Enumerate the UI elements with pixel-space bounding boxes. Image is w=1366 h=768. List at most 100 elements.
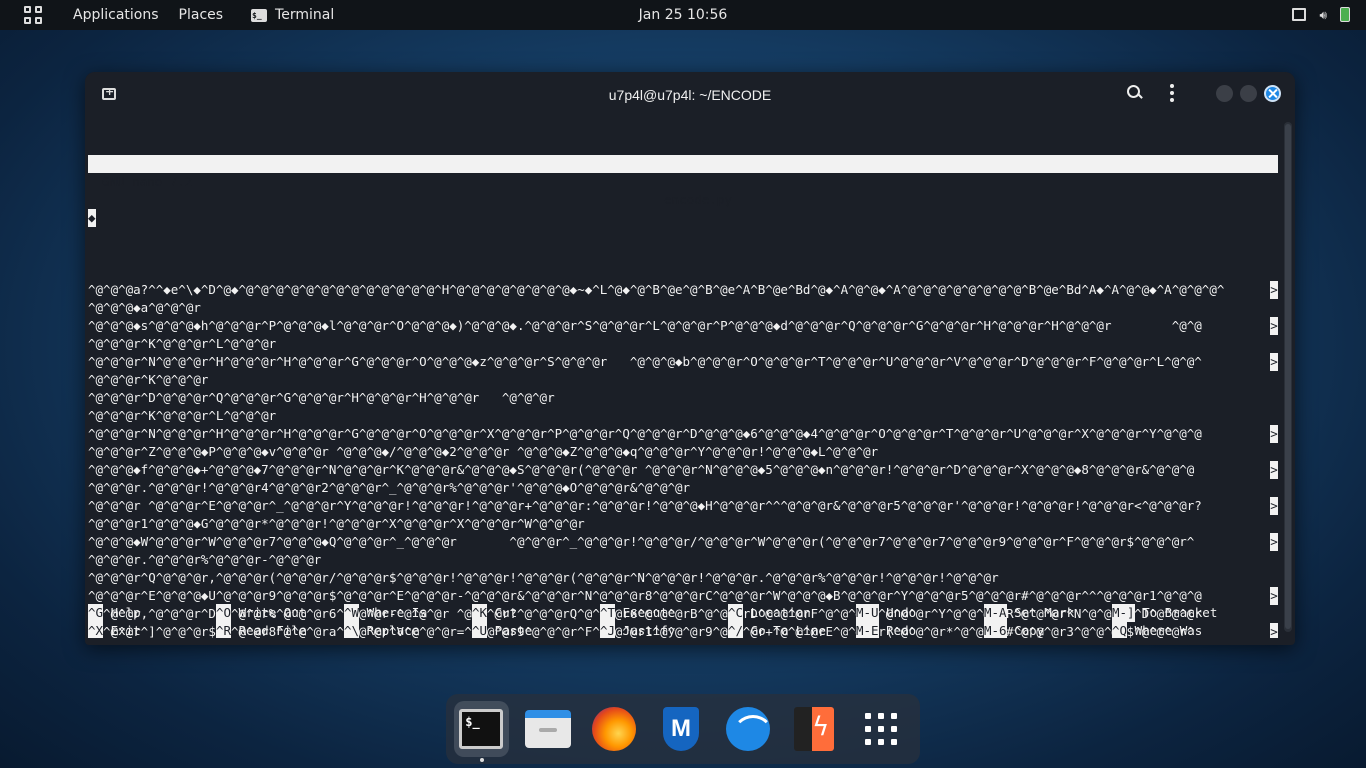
file-content[interactable]: ^@^@^@a?^^◆e^\◆^D^@◆^@^@^@^@^@^@^@^@^@^@… [88,263,1278,638]
activities-grid-icon[interactable] [24,6,42,24]
file-line-text: ^@^@^@r ^@^@^@r^E^@^@^@r^_^@^@^@r^Y^@^@^… [88,498,1202,513]
files-icon [524,710,571,748]
display-icon[interactable] [1292,8,1307,21]
shortcut-item[interactable]: ^R Read File [216,622,306,638]
file-line: ^@^@^@r^N^@^@^@r^H^@^@^@r^H^@^@^@r^G^@^@… [88,425,1278,443]
shortcut-item[interactable]: M-E Redo [856,622,916,638]
shortcut-item[interactable]: M-] To Bracket [1112,604,1217,622]
terminal-window: u7p4l@u7p4l: ~/ENCODE GNU nano 7.2 encod… [85,72,1295,645]
shortcut-item[interactable]: ^X Exit [88,622,141,638]
close-button[interactable] [1264,84,1281,102]
shortcut-label: Help [103,605,141,620]
shortcut-label: Replace [359,623,420,638]
file-line: ^@^@^@r ^@^@^@r^E^@^@^@r^_^@^@^@r^Y^@^@^… [88,497,1278,515]
new-tab-icon[interactable] [102,85,116,100]
active-app-label: Terminal [275,7,335,23]
shortcut-key: ^C [728,604,744,622]
shortcut-key: ^W [344,604,360,622]
shortcut-key: ^X [88,622,104,638]
search-icon[interactable] [1126,84,1144,102]
shortcut-label: Undo [878,605,917,620]
applications-menu[interactable]: Applications [73,7,159,23]
dock-wireshark[interactable] [720,701,775,757]
shortcut-key: M-6 [984,622,1007,638]
window-title: u7p4l@u7p4l: ~/ENCODE [608,87,772,103]
file-line: ^@^@^@r^D^@^@^@r^Q^@^@^@r^G^@^@^@r^H^@^@… [88,389,1278,407]
dock-metasploit[interactable]: M [654,701,709,757]
file-line: ^@^@^@◆s^@^@^@◆h^@^@^@r^P^@^@^@◆l^@^@^@r… [88,317,1278,335]
file-line: ^@^@^@r^K^@^@^@r [88,371,1278,389]
file-line-text: ^@^@^@r^N^@^@^@r^H^@^@^@r^H^@^@^@r^G^@^@… [88,354,1202,369]
shortcut-item[interactable]: M-A Set Mark [984,604,1074,622]
shortcut-item[interactable]: ^Q Where Was [1112,622,1202,638]
shortcut-key: ^O [216,604,232,622]
shortcut-label: Where Was [1127,623,1203,638]
volume-icon[interactable]: 🔊︎ [1319,8,1327,22]
dock-burpsuite[interactable] [787,701,842,757]
shortcut-key: ^U [472,622,488,638]
scrollbar-thumb[interactable] [1285,124,1291,629]
file-line: ^@^@^@r^K^@^@^@r^L^@^@^@r [88,335,1278,353]
shortcut-item[interactable]: ^K Cut [472,604,517,622]
maximize-button[interactable] [1240,84,1257,102]
file-line: ^@^@^@r1^@^@^@◆G^@^@^@r*^@^@^@r!^@^@^@r^… [88,515,1278,533]
shortcut-label: To Bracket [1134,605,1218,620]
shortcut-label: Paste [487,623,533,638]
file-line-text: ^@^@^@◆s^@^@^@◆h^@^@^@r^P^@^@^@◆l^@^@^@r… [88,318,1202,333]
shortcut-item[interactable]: ^J Justify [600,622,675,638]
shortcut-key: ^R [216,622,232,638]
shortcut-item[interactable]: ^G Help [88,604,141,622]
file-line: ^@^@^@r^K^@^@^@r^L^@^@^@r [88,407,1278,425]
shortcut-label: Where Is [359,605,427,620]
active-app-menu[interactable]: $_ Terminal [251,7,334,23]
file-line-text: ^@^@^@r^Z^@^@^@◆P^@^@^@◆v^@^@^@r ^@^@^@◆… [88,444,879,459]
shortcut-label: Redo [878,623,917,638]
text-cursor: ◆ [88,209,96,227]
clock[interactable]: Jan 25 10:56 [639,7,728,23]
file-line: ^@^@^@◆a^@^@^@r [88,299,1278,317]
battery-icon[interactable] [1340,7,1350,22]
shortcut-item[interactable]: M-U Undo [856,604,916,622]
terminal-content[interactable]: GNU nano 7.2 encode.py ◆ ^@^@^@a?^^◆e^\◆… [88,118,1278,638]
shortcut-key: ^G [88,604,104,622]
shortcut-item[interactable]: ^T Execute [600,604,675,622]
file-line-text: ^@^@^@r^Q^@^@^@r,^@^@^@r(^@^@^@r/^@^@^@r… [88,570,999,585]
system-tray[interactable]: 🔊︎ [1292,7,1350,22]
file-line: ^@^@^@r^Z^@^@^@◆P^@^@^@◆v^@^@^@r ^@^@^@◆… [88,443,1278,461]
shortcut-key: ^K [472,604,488,622]
scrollbar[interactable] [1284,122,1292,632]
shortcut-item[interactable]: ^O Write Out [216,604,306,622]
shortcut-item[interactable]: ^\ Replace [344,622,419,638]
file-line: ^@^@^@r^N^@^@^@r^H^@^@^@r^H^@^@^@r^G^@^@… [88,353,1278,371]
menu-kebab-icon[interactable] [1170,84,1174,102]
file-line: ^@^@^@r^E^@^@^@◆U^@^@^@r9^@^@^@r$^@^@^@r… [88,587,1278,605]
line-overflow-marker: > [1270,533,1278,551]
dock-files[interactable] [521,701,576,757]
nano-header: GNU nano 7.2 encode.py [88,155,1278,207]
dock-firefox[interactable] [587,701,642,757]
nano-shortcut-bar: ^G Help ^X Exit ^O Write Out ^R Read File ^W… [88,604,1278,638]
shortcut-item[interactable]: ^C Location [728,604,811,622]
file-line: ^@^@^@r.^@^@^@r%^@^@^@r-^@^@^@r [88,551,1278,569]
window-titlebar[interactable]: u7p4l@u7p4l: ~/ENCODE [85,72,1295,118]
line-overflow-marker: > [1270,587,1278,605]
file-line-text: ^@^@^@r^E^@^@^@◆U^@^@^@r9^@^@^@r$^@^@^@r… [88,588,1202,603]
shortcut-label: Set Mark [1006,605,1075,620]
file-line-text: ^@^@^@r^D^@^@^@r^Q^@^@^@r^G^@^@^@r^H^@^@… [88,390,555,405]
dock-terminal[interactable]: $_ [454,701,509,762]
shortcut-key: M-U [856,604,879,622]
places-menu[interactable]: Places [179,7,224,23]
firefox-icon [592,707,637,751]
shortcut-item[interactable]: ^/ Go To Line [728,622,826,638]
burpsuite-icon [794,707,835,751]
dock: $_ M [446,694,920,764]
nano-filename: encode.py [664,192,732,207]
file-line-text: ^@^@^@r^N^@^@^@r^H^@^@^@r^H^@^@^@r^G^@^@… [88,426,1202,441]
shortcut-item[interactable]: ^U Paste [472,622,532,638]
file-line-text: ^@^@^@◆W^@^@^@r^W^@^@^@r7^@^@^@◆Q^@^@^@r… [88,534,1195,549]
minimize-button[interactable] [1216,84,1233,102]
dock-show-apps[interactable] [853,701,908,757]
terminal-icon: $_ [251,8,268,22]
shortcut-item[interactable]: M-6 Copy [984,622,1044,638]
shortcut-item[interactable]: ^W Where Is [344,604,427,622]
